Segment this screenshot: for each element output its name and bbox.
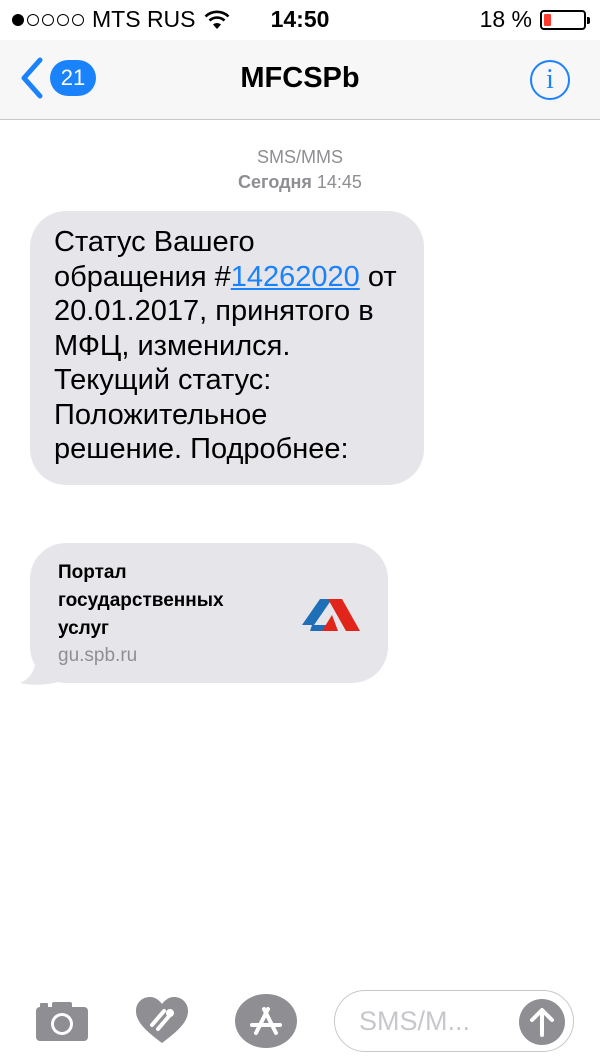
contact-title: MFCSPb <box>240 62 360 94</box>
message-type-label: SMS/MMS <box>256 147 343 167</box>
message-input[interactable] <box>359 1003 509 1039</box>
link-preview-card[interactable]: Портал государственных услуг gu.spb.ru <box>30 543 388 683</box>
incoming-message-bubble[interactable]: Статус Вашего обращения #14262020 от 20.… <box>30 211 424 485</box>
navigation-bar: 21 MFCSPb i <box>0 40 600 120</box>
messages-screen: MTS RUS 14:50 18 % 21 MFCSPb i SMS/MMS С… <box>0 0 600 1063</box>
message-input-field[interactable] <box>334 990 574 1052</box>
input-bar <box>0 985 600 1063</box>
message-timestamp: Сегодня 14:45 <box>0 170 600 195</box>
battery-percentage: 18 % <box>479 6 532 32</box>
timestamp-day: Сегодня <box>238 172 312 192</box>
bubble-tail <box>20 652 58 685</box>
link-preview-title: Портал государственных услуг <box>58 562 224 639</box>
status-bar: MTS RUS 14:50 18 % <box>0 0 600 40</box>
conversation-header: SMS/MMS Сегодня 14:45 <box>0 145 600 195</box>
info-button[interactable]: i <box>530 60 570 100</box>
info-icon: i <box>546 64 554 95</box>
request-number-link[interactable]: 14262020 <box>231 261 360 293</box>
battery-icon <box>540 9 590 30</box>
status-right: 18 % <box>479 6 590 33</box>
digital-touch-icon[interactable] <box>134 995 190 1045</box>
send-arrow-icon <box>530 1008 554 1037</box>
gosuslugi-logo-icon <box>302 599 360 631</box>
timestamp-time: 14:45 <box>316 172 362 192</box>
send-button[interactable] <box>519 999 565 1045</box>
battery-fill <box>544 13 551 26</box>
message-text-start: Статус Вашего обращения # <box>54 226 255 293</box>
camera-icon[interactable] <box>34 999 90 1043</box>
link-preview-domain: gu.spb.ru <box>58 645 138 666</box>
app-store-icon[interactable] <box>234 993 298 1049</box>
